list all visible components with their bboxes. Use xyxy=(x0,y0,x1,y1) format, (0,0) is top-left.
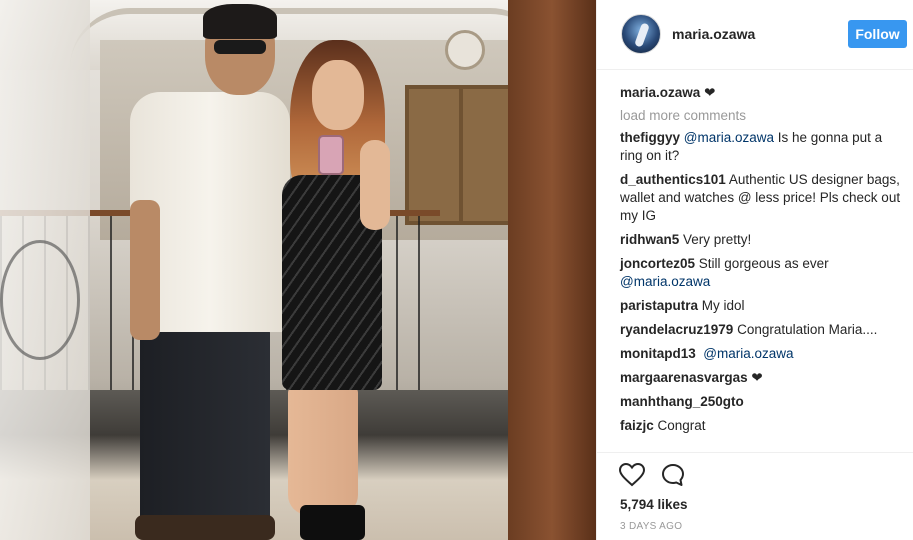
comment-username[interactable]: monitapd13 xyxy=(620,346,696,361)
header-username[interactable]: maria.ozawa xyxy=(672,26,755,42)
heart-icon[interactable] xyxy=(619,463,645,487)
comment-item: margaarenasvargas ❤ xyxy=(620,369,908,387)
comment-icon[interactable] xyxy=(661,463,685,487)
sunglasses xyxy=(214,40,266,54)
comment-item: manhthang_250gto ⁠⁠⁠⁠⁠ xyxy=(620,393,908,411)
comment-text: Congrat xyxy=(657,418,706,433)
likes-count[interactable]: 5,794 likes xyxy=(620,497,688,512)
man-shoes xyxy=(135,515,275,540)
photo-ceiling-fan xyxy=(445,30,485,70)
comment-username[interactable]: thefiggyy xyxy=(620,130,680,145)
comment-username[interactable]: manhthang_250gto xyxy=(620,394,744,409)
caption-username[interactable]: maria.ozawa xyxy=(620,85,700,100)
comment-mention[interactable]: @maria.ozawa xyxy=(703,346,793,361)
post-header: maria.ozawa Follow xyxy=(597,0,913,70)
comment-text: ❤ xyxy=(751,370,763,385)
comment-text: Still gorgeous as ever xyxy=(698,256,829,271)
post-actions: 5,794 likes 3 DAYS AGO xyxy=(597,452,913,540)
caption-text: ❤ xyxy=(704,85,716,100)
photo-medallion xyxy=(0,240,80,360)
comments-list: maria.ozawa ❤ load more comments thefigg… xyxy=(620,84,908,441)
post-photo[interactable] xyxy=(0,0,596,540)
woman-shoes xyxy=(300,505,365,540)
comment-username[interactable]: faizjc xyxy=(620,418,654,433)
comment-mention[interactable]: @maria.ozawa xyxy=(620,274,710,289)
post-side-panel: maria.ozawa Follow maria.ozawa ❤ load mo… xyxy=(596,0,913,540)
comment-item: ridhwan5 Very pretty! xyxy=(620,231,908,249)
comment-item: paristaputra My idol ⁠ xyxy=(620,297,908,315)
comment-item: d_authentics101 Authentic US designer ba… xyxy=(620,171,908,225)
comment-username[interactable]: d_authentics101 xyxy=(620,172,726,187)
comment-username[interactable]: joncortez05 xyxy=(620,256,695,271)
comment-username[interactable]: paristaputra xyxy=(620,298,698,313)
man-hair xyxy=(203,4,277,39)
comment-item: thefiggyy @maria.ozawa Is he gonna put a… xyxy=(620,129,908,165)
post-timestamp[interactable]: 3 DAYS AGO xyxy=(620,521,682,532)
photo-door xyxy=(405,85,515,225)
woman-face xyxy=(312,60,364,130)
woman-arm xyxy=(360,140,390,230)
follow-button[interactable]: Follow xyxy=(848,20,907,48)
comment-item: ryandelacruz1979 Congratulation Maria...… xyxy=(620,321,908,339)
comment-username[interactable]: ridhwan5 xyxy=(620,232,679,247)
comment-item: monitapd13 ⁠⁠⁠⁠⁠⁠ @maria.ozawa xyxy=(620,345,908,363)
phone xyxy=(318,135,344,175)
woman-legs xyxy=(288,385,358,515)
comment-item: faizjc Congrat xyxy=(620,417,908,435)
comment-username[interactable]: margaarenasvargas xyxy=(620,370,748,385)
man-arm xyxy=(130,200,160,340)
comment-text: Congratulation Maria.... xyxy=(737,322,878,337)
photo-wood-post xyxy=(508,0,596,540)
load-more-comments-link[interactable]: load more comments xyxy=(620,108,908,123)
comment-item: joncortez05 Still gorgeous as ever @mari… xyxy=(620,255,908,291)
man-pants xyxy=(140,325,270,525)
avatar[interactable] xyxy=(621,14,661,54)
comment-mention[interactable]: @maria.ozawa xyxy=(684,130,774,145)
comment-text: Very pretty! xyxy=(683,232,752,247)
comment-username[interactable]: ryandelacruz1979 xyxy=(620,322,733,337)
caption: maria.ozawa ❤ xyxy=(620,84,908,102)
comment-text: My idol ⁠ xyxy=(701,298,749,313)
